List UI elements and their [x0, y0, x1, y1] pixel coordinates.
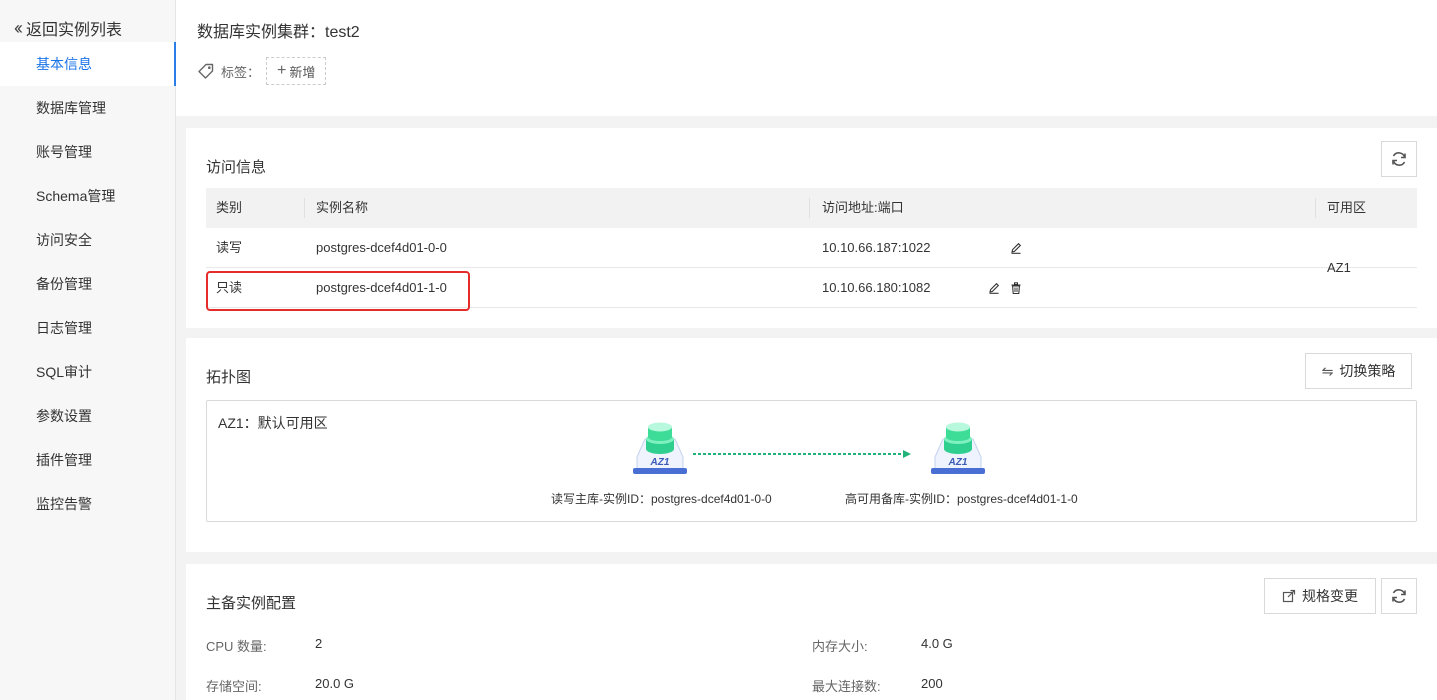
replication-link	[693, 450, 915, 458]
topology-zone-box: AZ1：默认可用区 AZ1 AZ1 读写主库-实例ID：postgres-dce…	[206, 400, 1417, 522]
primary-db-node-icon[interactable]: AZ1	[627, 413, 693, 479]
edit-icon[interactable]	[1009, 241, 1023, 255]
main-content: 数据库实例集群：test2 标签： + 新增 访问信息 类别 实例名称 访问地址…	[176, 0, 1437, 700]
sidebar-item-accounts[interactable]: 账号管理	[0, 130, 176, 174]
tag-icon	[198, 63, 214, 79]
sidebar-item-access-security[interactable]: 访问安全	[0, 218, 176, 262]
row-address: 10.10.66.187:1022	[822, 240, 931, 255]
refresh-config-button[interactable]	[1381, 578, 1417, 614]
sidebar-item-plugins[interactable]: 插件管理	[0, 438, 176, 482]
double-chevron-left-icon: ‹‹	[14, 17, 23, 38]
delete-icon[interactable]	[1009, 281, 1023, 295]
memory-label: 内存大小:	[812, 639, 868, 654]
sidebar-item-backup[interactable]: 备份管理	[0, 262, 176, 306]
cpu-label: CPU 数量:	[206, 639, 267, 654]
row-zone: AZ1	[1327, 260, 1351, 275]
max-connections-value: 200	[921, 676, 943, 691]
config-card: 主备实例配置 规格变更 CPU 数量: 2 内存大小: 4.0 G 存储空间: …	[186, 564, 1437, 700]
cpu-value: 2	[315, 636, 323, 651]
sidebar-item-parameters[interactable]: 参数设置	[0, 394, 176, 438]
sidebar-nav: 基本信息 数据库管理 账号管理 Schema管理 访问安全 备份管理 日志管理 …	[0, 42, 177, 526]
sidebar-item-sql-audit[interactable]: SQL审计	[0, 350, 176, 394]
table-header: 类别 实例名称 访问地址:端口 可用区	[206, 188, 1417, 228]
column-header-instance-name: 实例名称	[316, 200, 369, 215]
row-instance-name: postgres-dcef4d01-1-0	[316, 280, 447, 295]
sidebar-item-basic-info[interactable]: 基本信息	[0, 42, 177, 86]
zone-label: AZ1：默认可用区	[218, 415, 328, 431]
refresh-icon	[1392, 152, 1406, 166]
header-card: 数据库实例集群：test2 标签： + 新增	[176, 0, 1437, 116]
edit-icon[interactable]	[987, 281, 1001, 295]
back-label: 返回实例列表	[26, 22, 123, 39]
table-row: 读写 postgres-dcef4d01-0-0 10.10.66.187:10…	[206, 228, 1417, 268]
sidebar-item-monitoring[interactable]: 监控告警	[0, 482, 176, 526]
primary-node-label: 读写主库-实例ID：postgres-dcef4d01-0-0	[551, 492, 772, 506]
add-tag-label: 新增	[289, 64, 316, 80]
switch-policy-button[interactable]: ⇋ 切换策略	[1305, 353, 1412, 389]
refresh-icon	[1392, 589, 1406, 603]
external-link-icon	[1282, 589, 1296, 603]
table-row: 只读 postgres-dcef4d01-1-0 10.10.66.180:10…	[206, 268, 1417, 308]
tag-row: 标签： + 新增	[197, 57, 327, 85]
topology-card: 拓扑图 ⇋ 切换策略 AZ1：默认可用区 AZ1 AZ1 读写主库-实例ID：p…	[186, 338, 1437, 552]
refresh-access-button[interactable]	[1381, 141, 1417, 177]
plus-icon: +	[277, 62, 287, 79]
memory-value: 4.0 G	[921, 636, 953, 651]
sidebar: ‹‹ 返回实例列表 基本信息 数据库管理 账号管理 Schema管理 访问安全 …	[0, 0, 177, 700]
back-to-list-link[interactable]: ‹‹ 返回实例列表	[14, 16, 122, 40]
row-type: 只读	[216, 280, 243, 295]
max-connections-label: 最大连接数:	[812, 679, 881, 694]
svg-text:AZ1: AZ1	[650, 457, 670, 468]
swap-icon: ⇋	[1321, 362, 1334, 379]
sidebar-item-logs[interactable]: 日志管理	[0, 306, 176, 350]
tag-label: 标签：	[221, 64, 261, 80]
access-info-title: 访问信息	[206, 159, 267, 176]
access-table: 类别 实例名称 访问地址:端口 可用区 读写 postgres-dcef4d01…	[206, 188, 1417, 308]
access-info-card: 访问信息 类别 实例名称 访问地址:端口 可用区 读写 postgres-dce…	[186, 128, 1437, 328]
column-header-address: 访问地址:端口	[822, 200, 904, 215]
column-header-type: 类别	[216, 200, 243, 215]
add-tag-button[interactable]: + 新增	[266, 57, 327, 85]
page-title: 数据库实例集群：test2	[197, 24, 360, 41]
sidebar-item-database[interactable]: 数据库管理	[0, 86, 176, 130]
spec-change-label: 规格变更	[1302, 588, 1358, 604]
standby-node-label: 高可用备库-实例ID：postgres-dcef4d01-1-0	[845, 492, 1078, 506]
storage-label: 存储空间:	[206, 679, 262, 694]
config-title: 主备实例配置	[206, 595, 297, 612]
column-header-zone: 可用区	[1327, 200, 1367, 215]
standby-db-node-icon[interactable]: AZ1	[925, 413, 991, 479]
spec-change-button[interactable]: 规格变更	[1264, 578, 1376, 614]
storage-value: 20.0 G	[315, 676, 355, 691]
svg-text:AZ1: AZ1	[948, 457, 968, 468]
row-instance-name: postgres-dcef4d01-0-0	[316, 240, 447, 255]
switch-policy-label: 切换策略	[1339, 363, 1396, 379]
sidebar-item-schema[interactable]: Schema管理	[0, 174, 176, 218]
row-address: 10.10.66.180:1082	[822, 280, 931, 295]
topology-title: 拓扑图	[206, 369, 252, 386]
row-type: 读写	[216, 240, 243, 255]
